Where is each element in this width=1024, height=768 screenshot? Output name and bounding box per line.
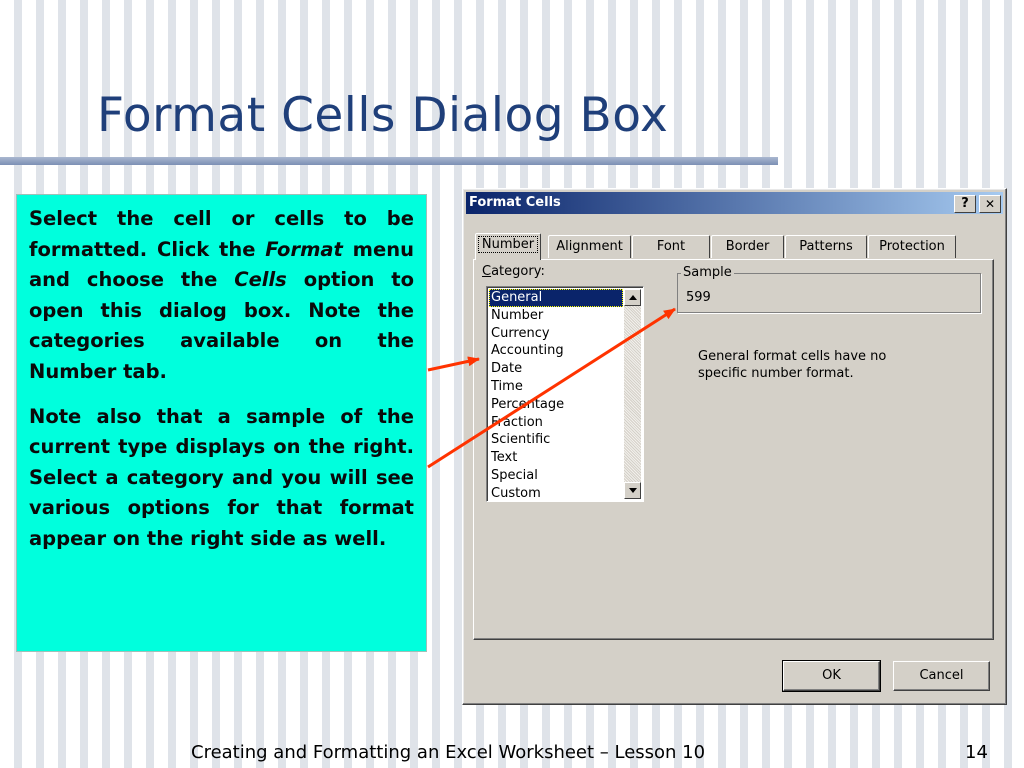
category-item-currency[interactable]: Currency — [489, 325, 623, 343]
format-description: General format cells have no specific nu… — [698, 349, 887, 381]
slide-title: Format Cells Dialog Box — [97, 88, 669, 143]
category-label: Category: — [482, 264, 545, 279]
close-button[interactable]: ✕ — [979, 195, 1001, 213]
dialog-title: Format Cells — [469, 195, 561, 210]
category-listbox[interactable]: General Number Currency Accounting Date … — [486, 286, 644, 502]
page-number: 14 — [965, 742, 988, 763]
tab-protection[interactable]: Protection — [868, 235, 956, 258]
note-paragraph-2: Note also that a sample of the current t… — [29, 404, 414, 550]
tab-number[interactable]: Number — [475, 233, 541, 260]
category-item-scientific[interactable]: Scientific — [489, 431, 623, 449]
tab-label: Number — [477, 236, 539, 253]
category-item-time[interactable]: Time — [489, 378, 623, 396]
ok-button[interactable]: OK — [782, 660, 881, 692]
scroll-down-button[interactable] — [624, 482, 641, 499]
number-tab-panel: Category: General Number Currency Accoun… — [473, 259, 994, 640]
instruction-note: Select the cell or cells to be formatted… — [16, 194, 427, 652]
category-item-number[interactable]: Number — [489, 307, 623, 325]
sample-group: Sample 599 — [677, 265, 981, 313]
format-cells-dialog: Format Cells ? ✕ Number Alignment Font B… — [462, 188, 1007, 705]
category-item-date[interactable]: Date — [489, 360, 623, 378]
category-item-fraction[interactable]: Fraction — [489, 414, 623, 432]
sample-label: Sample — [681, 265, 734, 280]
category-item-percentage[interactable]: Percentage — [489, 396, 623, 414]
category-list: General Number Currency Accounting Date … — [489, 289, 623, 503]
cancel-button[interactable]: Cancel — [893, 661, 990, 691]
category-item-special[interactable]: Special — [489, 467, 623, 485]
footer-text: Creating and Formatting an Excel Workshe… — [191, 742, 706, 763]
cells-option-term: Cells — [234, 268, 287, 292]
scroll-up-button[interactable] — [624, 289, 641, 306]
tab-font[interactable]: Font — [632, 235, 710, 258]
sample-value: 599 — [686, 290, 711, 305]
category-item-general[interactable]: General — [489, 289, 623, 307]
format-menu-term: Format — [265, 237, 343, 261]
help-button[interactable]: ? — [954, 195, 976, 213]
arrow-down-icon — [629, 488, 637, 493]
arrow-up-icon — [629, 295, 637, 300]
title-underline — [0, 157, 778, 165]
category-item-accounting[interactable]: Accounting — [489, 342, 623, 360]
tab-alignment[interactable]: Alignment — [548, 235, 631, 258]
tab-border[interactable]: Border — [711, 235, 784, 258]
tab-patterns[interactable]: Patterns — [785, 235, 867, 258]
category-item-text[interactable]: Text — [489, 449, 623, 467]
note-paragraph-1: Select the cell or cells to be formatted… — [29, 204, 414, 388]
category-scrollbar[interactable] — [624, 289, 641, 499]
category-item-custom[interactable]: Custom — [489, 485, 623, 503]
dialog-titlebar[interactable]: Format Cells ? ✕ — [466, 192, 1003, 214]
